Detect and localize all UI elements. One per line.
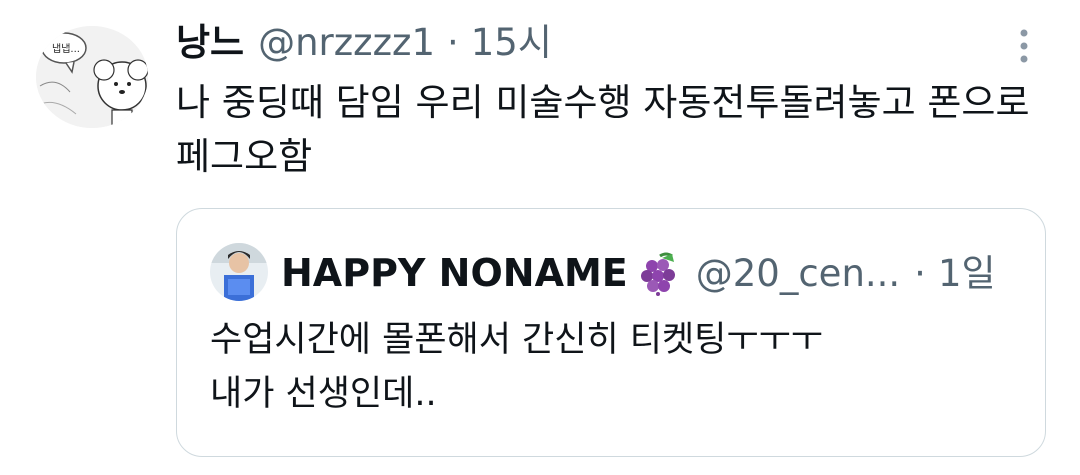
- svg-text:냅냅...: 냅냅...: [52, 43, 80, 55]
- quoted-text-line: 수업시간에 몰폰해서 간신히 티켓팅ㅜㅜㅜ: [210, 320, 823, 360]
- separator-dot: ·: [446, 20, 459, 64]
- quoted-author-avatar[interactable]: [210, 243, 268, 301]
- separator-dot: ·: [914, 251, 926, 295]
- tweet-text-line: 나 중딩때 담임 우리 미술수행 자동전투돌려놓고 폰으로: [176, 81, 1030, 124]
- grapes-icon: [636, 250, 682, 296]
- quoted-tweet-time[interactable]: 1일: [938, 255, 996, 292]
- tweet-time[interactable]: 15시: [471, 24, 552, 61]
- dog-avatar-image: 냅냅...: [36, 26, 148, 128]
- quoted-tweet-card[interactable]: HAPPY NONAME @20_cen... · 1일 수업시간에 몰폰해서 …: [176, 208, 1046, 457]
- author-avatar[interactable]: 냅냅...: [36, 26, 148, 128]
- more-vertical-icon: [1020, 29, 1028, 63]
- person-avatar-image: [210, 243, 268, 301]
- tweet-text: 나 중딩때 담임 우리 미술수행 자동전투돌려놓고 폰으로 페그오함: [176, 76, 1056, 184]
- quoted-text-line: 내가 선생인데..: [210, 374, 437, 414]
- quoted-author-name[interactable]: HAPPY NONAME: [281, 254, 628, 292]
- more-options-button[interactable]: [1004, 26, 1044, 66]
- tweet-header: 낭느 @nrzzzz1 · 15시: [176, 14, 552, 70]
- quoted-author-handle[interactable]: @20_cen...: [696, 255, 900, 292]
- author-handle[interactable]: @nrzzzz1: [258, 24, 435, 61]
- tweet-text-line: 페그오함: [176, 135, 313, 178]
- quoted-tweet-header: HAPPY NONAME @20_cen... · 1일: [281, 245, 996, 301]
- author-name[interactable]: 낭느: [176, 24, 244, 61]
- quoted-tweet-text: 수업시간에 몰폰해서 간신히 티켓팅ㅜㅜㅜ 내가 선생인데..: [210, 313, 1030, 421]
